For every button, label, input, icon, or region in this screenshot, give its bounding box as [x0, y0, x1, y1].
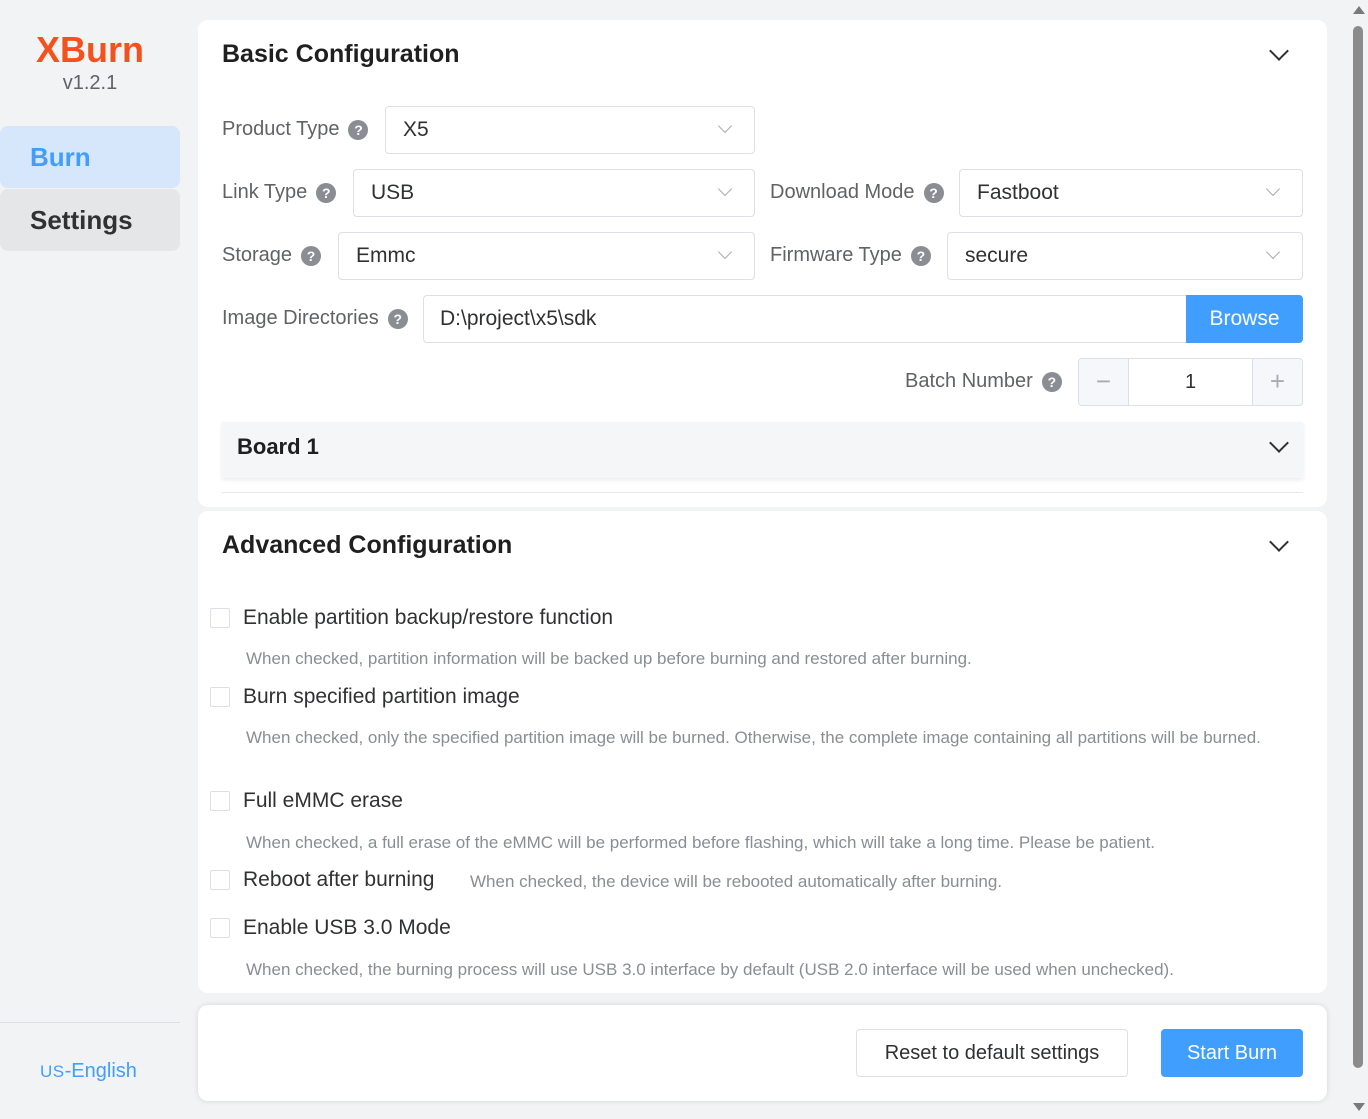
board-1-panel[interactable]: Board 1	[222, 422, 1303, 478]
checkbox[interactable]	[210, 870, 230, 890]
start-burn-button[interactable]: Start Burn	[1161, 1029, 1303, 1077]
browse-button[interactable]: Browse	[1186, 295, 1303, 343]
collapse-basic-chevron-icon[interactable]	[1269, 41, 1289, 61]
chevron-down-icon	[717, 118, 733, 134]
download-mode-label: Download Mode ?	[770, 181, 944, 204]
firmware-type-select[interactable]: secure	[947, 232, 1303, 280]
help-icon[interactable]: ?	[910, 245, 931, 266]
batch-number-label: Batch Number ?	[905, 370, 1062, 393]
option-description: When checked, the device will be reboote…	[470, 872, 1003, 891]
option-label: Burn specified partition image	[243, 685, 520, 708]
storage-value: Emmc	[356, 244, 416, 267]
action-bar: Reset to default settings Start Burn	[198, 1005, 1327, 1101]
product-type-label: Product Type ?	[222, 118, 369, 141]
download-mode-value: Fastboot	[977, 181, 1059, 204]
option-description: When checked, a full erase of the eMMC w…	[246, 833, 1156, 852]
checkbox[interactable]	[210, 687, 230, 707]
divider	[222, 492, 1303, 493]
sidebar-item-settings[interactable]: Settings	[0, 189, 180, 251]
firmware-type-label: Firmware Type ?	[770, 244, 931, 267]
batch-number-label-text: Batch Number	[905, 370, 1033, 392]
language-switcher[interactable]: US-English	[40, 1060, 137, 1083]
option-enable-usb3[interactable]: Enable USB 3.0 Mode	[210, 916, 451, 940]
checkbox[interactable]	[210, 608, 230, 628]
option-label: Reboot after burning	[243, 868, 435, 891]
board-title: Board 1	[237, 434, 319, 459]
page-scrollbar[interactable]	[1350, 0, 1368, 1119]
chevron-down-icon	[717, 244, 733, 260]
image-directories-label: Image Directories ?	[222, 307, 408, 330]
checkbox[interactable]	[210, 791, 230, 811]
storage-select[interactable]: Emmc	[338, 232, 755, 280]
option-full-emmc-erase[interactable]: Full eMMC erase	[210, 789, 403, 813]
link-type-label: Link Type ?	[222, 181, 337, 204]
checkbox[interactable]	[210, 918, 230, 938]
link-type-label-text: Link Type	[222, 181, 308, 203]
advanced-configuration-title: Advanced Configuration	[222, 531, 513, 559]
firmware-type-value: secure	[965, 244, 1029, 267]
option-description: When checked, the burning process will u…	[246, 960, 1174, 979]
basic-configuration-title: Basic Configuration	[222, 40, 460, 68]
advanced-configuration-card: Advanced Configuration Enable partition …	[198, 511, 1327, 993]
decrement-button[interactable]: −	[1079, 359, 1129, 405]
option-description: When checked, partition information will…	[246, 649, 972, 668]
collapse-advanced-chevron-icon[interactable]	[1269, 532, 1289, 552]
help-icon[interactable]: ?	[301, 245, 322, 266]
scroll-down-arrow-icon[interactable]	[1353, 1103, 1365, 1111]
help-icon[interactable]: ?	[1041, 371, 1062, 392]
basic-configuration-card: Basic Configuration Product Type ? X5 Li…	[198, 20, 1327, 507]
product-type-label-text: Product Type	[222, 118, 340, 140]
batch-number-value[interactable]: 1	[1129, 359, 1252, 405]
brand: XBurn v1.2.1	[0, 30, 180, 96]
download-mode-label-text: Download Mode	[770, 181, 915, 203]
option-label: Enable USB 3.0 Mode	[243, 916, 451, 939]
app-name: XBurn	[36, 29, 144, 70]
option-partition-backup[interactable]: Enable partition backup/restore function	[210, 606, 613, 630]
sidebar: XBurn v1.2.1 Burn Settings US-English	[0, 0, 180, 1119]
link-type-value: USB	[371, 181, 415, 204]
storage-label-text: Storage	[222, 244, 293, 266]
storage-label: Storage ?	[222, 244, 322, 267]
batch-number-stepper[interactable]: − 1 +	[1078, 358, 1303, 406]
option-burn-specified-partition[interactable]: Burn specified partition image	[210, 685, 520, 709]
help-icon[interactable]: ?	[387, 308, 408, 329]
chevron-down-icon	[1265, 181, 1281, 197]
option-label: Full eMMC erase	[243, 789, 403, 812]
app-version: v1.2.1	[62, 72, 118, 94]
us-flag-icon: US	[40, 1062, 65, 1081]
help-icon[interactable]: ?	[923, 182, 944, 203]
option-description: When checked, only the specified partiti…	[246, 728, 1261, 747]
increment-button[interactable]: +	[1252, 359, 1302, 405]
option-reboot-after-burning[interactable]: Reboot after burning	[210, 868, 434, 892]
language-label: English	[71, 1060, 137, 1082]
reset-defaults-button[interactable]: Reset to default settings	[856, 1029, 1128, 1077]
image-directories-input[interactable]: D:\project\x5\sdk	[423, 295, 1187, 343]
help-icon[interactable]: ?	[316, 182, 337, 203]
download-mode-select[interactable]: Fastboot	[959, 169, 1303, 217]
sidebar-divider	[0, 1022, 180, 1023]
option-label: Enable partition backup/restore function	[243, 606, 614, 629]
firmware-type-label-text: Firmware Type	[770, 244, 902, 266]
chevron-down-icon	[1265, 244, 1281, 260]
sidebar-item-burn[interactable]: Burn	[0, 126, 180, 188]
product-type-value: X5	[403, 118, 429, 141]
image-directories-label-text: Image Directories	[222, 307, 379, 329]
link-type-select[interactable]: USB	[353, 169, 755, 217]
chevron-down-icon[interactable]	[1269, 433, 1289, 453]
scroll-up-arrow-icon[interactable]	[1353, 6, 1365, 14]
product-type-select[interactable]: X5	[385, 106, 755, 154]
help-icon[interactable]: ?	[348, 119, 369, 140]
chevron-down-icon	[717, 181, 733, 197]
scroll-thumb[interactable]	[1353, 26, 1363, 1068]
